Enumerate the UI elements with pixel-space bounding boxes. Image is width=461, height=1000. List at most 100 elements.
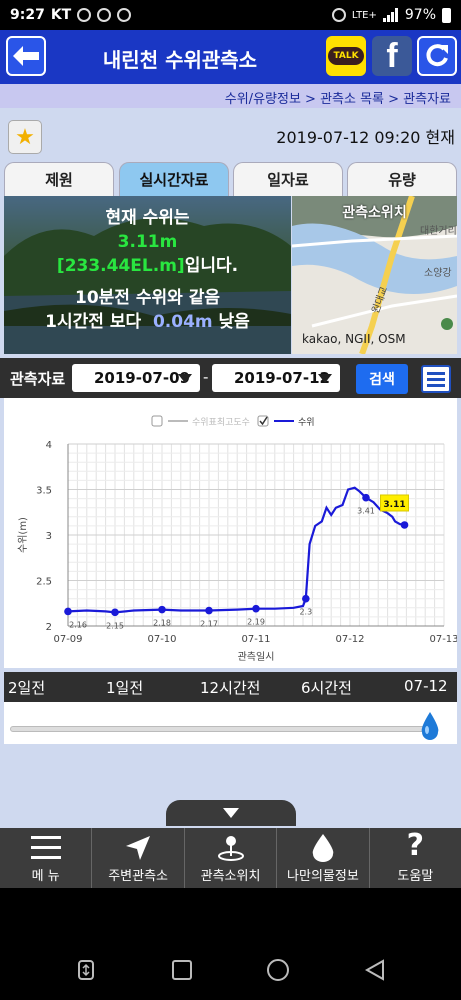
recent-apps-icon[interactable]	[76, 959, 98, 981]
favorite-button[interactable]: ★	[8, 120, 42, 154]
data-point[interactable]	[400, 521, 409, 529]
tab-daily[interactable]: 일자료	[233, 162, 343, 196]
range-label-2days[interactable]: 2일전	[8, 677, 45, 698]
app-header: 내린천 수위관측소 TALK f	[0, 30, 461, 84]
y-tick-label: 4	[46, 440, 52, 451]
kakaotalk-share-button[interactable]: TALK	[326, 36, 366, 76]
summary-line4-prefix: 1시간전 보다	[45, 312, 142, 332]
legend-checkbox[interactable]	[151, 415, 163, 427]
station-map[interactable]: 대한거리 소양강 원대교 관측소위치 kakao, NGII, OSM	[292, 196, 457, 354]
slider-track[interactable]	[10, 726, 434, 732]
data-label: 2.18	[153, 619, 171, 628]
nav-menu-label: 메 뉴	[31, 869, 60, 884]
facebook-share-button[interactable]: f	[372, 36, 412, 76]
range-label-12hours[interactable]: 12시간전	[200, 677, 261, 698]
nav-nearby-label: 주변관측소	[108, 869, 169, 884]
series-line-water-level	[67, 486, 405, 614]
y-tick-label: 3.5	[36, 486, 52, 497]
water-level-summary: 현재 수위는 3.11m [233.44EL.m]입니다. 10분전 수위와 같…	[4, 196, 291, 354]
tab-bar: 제원 실시간자료 일자료 유량	[0, 162, 461, 196]
bottom-nav: 메 뉴 주변관측소 관측소위치 나만의물정보 ? 도움말	[0, 828, 461, 888]
chevron-down-icon	[318, 374, 332, 383]
map-title: 관측소위치	[342, 205, 407, 221]
filter-bar: 관측자료 2019-07-09 - 2019-07-12 검색	[0, 358, 461, 398]
search-button[interactable]: 검색	[356, 364, 408, 394]
chevron-down-icon	[223, 808, 239, 818]
x-tick-label: 07-12	[335, 634, 364, 645]
summary-line4-suffix: 낮음	[218, 312, 250, 332]
data-point[interactable]	[302, 594, 310, 603]
navigation-arrow-icon	[126, 836, 151, 860]
legend-label: 수위	[298, 417, 315, 428]
tab-flow[interactable]: 유량	[347, 162, 457, 196]
main-content: ★ 2019-07-12 09:20 현재 제원 실시간자료 일자료 유량 현재…	[0, 108, 461, 828]
current-datetime: 2019-07-12 09:20 현재	[276, 128, 455, 147]
data-point[interactable]	[111, 608, 119, 617]
range-label-6hours[interactable]: 6시간전	[301, 677, 352, 698]
level-diff: 0.04m	[152, 312, 213, 332]
nav-help-label: 도움말	[397, 869, 434, 884]
arrow-left-icon	[13, 46, 39, 66]
talk-label: TALK	[328, 47, 364, 65]
notification-icon	[77, 8, 92, 22]
talk-notification-icon	[97, 8, 112, 22]
map-credit: kakao, NGII, OSM	[302, 332, 406, 346]
nav-location[interactable]: 관측소위치	[185, 828, 278, 888]
start-date-value: 2019-07-09	[94, 369, 190, 387]
data-label: 2.19	[247, 618, 265, 627]
end-date-select[interactable]: 2019-07-12	[212, 364, 340, 392]
refresh-button[interactable]	[417, 36, 457, 76]
x-tick-label: 07-10	[147, 634, 176, 645]
data-label: 2.15	[106, 621, 124, 630]
range-label-today[interactable]: 07-12	[404, 677, 448, 695]
current-level-el: [233.44EL.m]	[56, 256, 185, 276]
expand-panel-handle[interactable]	[166, 800, 296, 826]
data-point[interactable]	[362, 493, 370, 502]
x-tick-label: 07-13	[429, 634, 457, 645]
refresh-icon	[426, 44, 448, 67]
data-point[interactable]	[205, 606, 213, 615]
data-label: 2.16	[69, 620, 87, 629]
summary-line2-suffix: 입니다.	[184, 256, 239, 276]
nav-my-water-label: 나만의물정보	[287, 869, 359, 884]
status-network: LTE+	[351, 9, 377, 21]
list-icon	[427, 371, 445, 375]
map-label-street: 대한거리	[420, 225, 457, 237]
data-point[interactable]	[158, 605, 166, 614]
nav-nearby[interactable]: 주변관측소	[92, 828, 185, 888]
tooltip-label: 3.11	[383, 500, 405, 510]
data-point[interactable]	[252, 604, 260, 613]
x-tick-label: 07-11	[241, 634, 270, 645]
breadcrumb[interactable]: 수위/유량정보 > 관측소 목록 > 관측자료	[0, 84, 461, 108]
current-level: 3.11m	[117, 232, 178, 252]
back-nav-icon[interactable]	[363, 959, 385, 981]
y-axis-label: 수위(m)	[16, 517, 29, 553]
question-icon: ?	[406, 828, 425, 863]
start-date-select[interactable]: 2019-07-09	[72, 364, 200, 392]
nav-location-label: 관측소위치	[200, 869, 261, 884]
range-label-1day[interactable]: 1일전	[106, 677, 143, 698]
status-battery: 97%	[404, 7, 436, 23]
nav-menu[interactable]: 메 뉴	[0, 828, 93, 888]
facebook-icon: f	[386, 37, 398, 75]
filter-label: 관측자료	[10, 370, 66, 388]
nav-my-water[interactable]: 나만의물정보	[277, 828, 370, 888]
page-title: 내린천 수위관측소	[102, 48, 258, 72]
alarm-icon	[331, 8, 346, 22]
list-view-button[interactable]	[421, 365, 451, 393]
water-drop-slider-handle[interactable]	[420, 712, 440, 740]
nav-help[interactable]: ? 도움말	[370, 828, 461, 888]
summary-line1: 현재 수위는	[105, 208, 190, 228]
overview-icon[interactable]	[171, 959, 193, 981]
back-button[interactable]	[6, 36, 46, 76]
chevron-down-icon	[178, 374, 192, 383]
home-icon[interactable]	[266, 958, 290, 982]
battery-icon	[442, 7, 451, 23]
tab-realtime[interactable]: 실시간자료	[119, 162, 229, 196]
range-slider[interactable]	[4, 702, 457, 744]
tab-specs[interactable]: 제원	[4, 162, 114, 196]
menu-icon	[30, 836, 61, 859]
data-point[interactable]	[64, 607, 72, 616]
range-labels: 2일전 1일전 12시간전 6시간전 07-12	[4, 672, 457, 702]
date-separator: -	[203, 368, 209, 386]
